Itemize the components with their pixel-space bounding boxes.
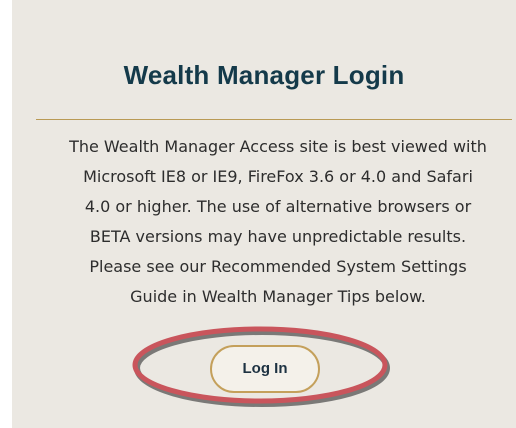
notice-line: The Wealth Manager Access site is best v… [69, 137, 487, 156]
browser-notice-text: The Wealth Manager Access site is best v… [40, 132, 516, 312]
notice-line: BETA versions may have unpredictable res… [89, 227, 467, 246]
notice-line: Guide in Wealth Manager Tips below. [130, 287, 426, 306]
notice-line: Microsoft IE8 or IE9, FireFox 3.6 or 4.0… [83, 167, 473, 186]
page-title: Wealth Manager Login [123, 60, 405, 90]
title-divider [36, 119, 512, 120]
log-in-button[interactable]: Log In [210, 345, 320, 393]
notice-line: Please see our Recommended System Settin… [89, 257, 467, 276]
notice-line: 4.0 or higher. The use of alternative br… [84, 197, 472, 216]
